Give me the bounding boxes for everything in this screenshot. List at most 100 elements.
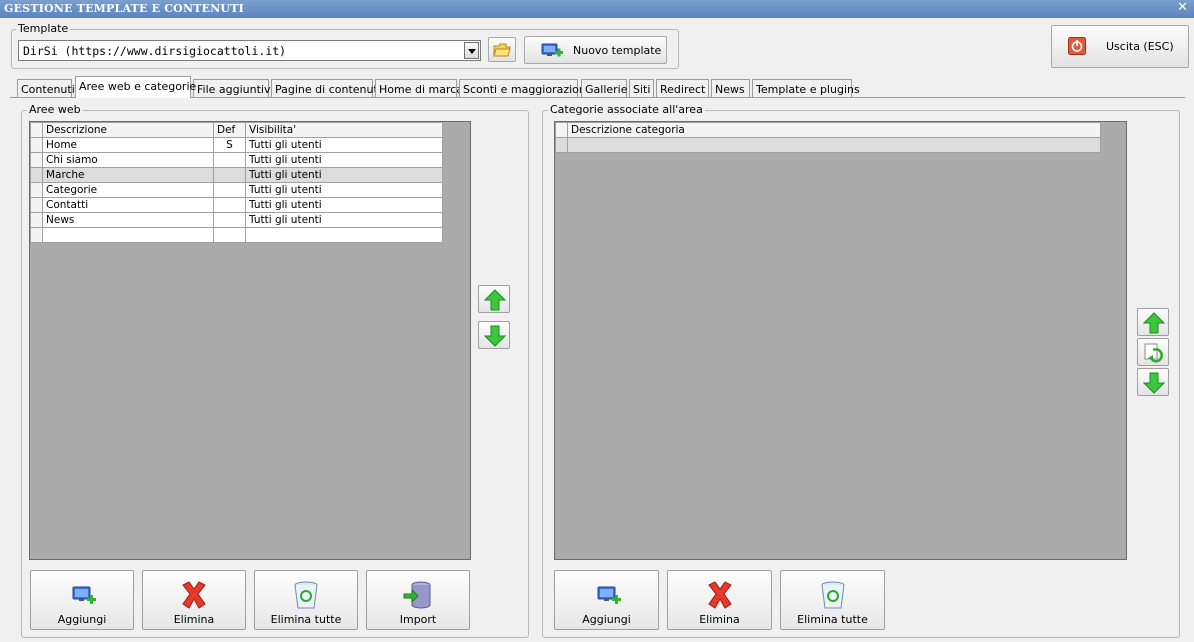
recycle-bin-icon [821, 581, 844, 609]
add-monitor-icon [597, 586, 621, 604]
row-indicator[interactable] [555, 137, 568, 153]
table-row[interactable]: Home S Tutti gli utenti [30, 137, 443, 153]
window-title: GESTIONE TEMPLATE E CONTENUTI [4, 2, 244, 15]
categorie-grid[interactable]: Descrizione categoria [554, 121, 1127, 560]
elimina-tutte-categorie-button[interactable]: Elimina tutte [780, 570, 885, 630]
cell-def[interactable] [213, 167, 246, 183]
tab-redirect[interactable]: Redirect [656, 79, 709, 97]
row-indicator-header [555, 122, 568, 138]
cell-visibilita[interactable]: Tutti gli utenti [245, 167, 443, 183]
tab-contenuti[interactable]: Contenuti [17, 79, 75, 97]
cell-def[interactable] [213, 197, 246, 213]
cell-empty[interactable] [213, 227, 246, 243]
template-select[interactable]: DirSi (https://www.dirsigiocattoli.it) [18, 40, 481, 61]
cell-descrizione[interactable]: Marche [42, 167, 214, 183]
tab-home-di-marca[interactable]: Home di marca [375, 79, 463, 97]
exit-icon [1068, 37, 1086, 55]
tab-gallerie[interactable]: Gallerie [581, 79, 628, 97]
refresh-category-button[interactable] [1137, 338, 1169, 366]
recycle-icon [1144, 343, 1163, 363]
row-indicator[interactable] [30, 227, 43, 243]
column-header-def[interactable]: Def [213, 122, 246, 138]
recycle-bin-icon [294, 581, 318, 609]
cell-def[interactable] [213, 182, 246, 198]
row-indicator[interactable] [30, 197, 43, 213]
cell-visibilita[interactable]: Tutti gli utenti [245, 197, 443, 213]
cell-visibilita[interactable]: Tutti gli utenti [245, 152, 443, 168]
table-row-new[interactable] [30, 227, 443, 243]
open-folder-button[interactable] [488, 37, 516, 62]
cell-empty[interactable] [42, 227, 214, 243]
elimina-label: Elimina [173, 613, 215, 626]
aree-web-grid[interactable]: Descrizione Def Visibilita' Home S Tutti… [29, 121, 471, 560]
cell-empty[interactable] [567, 137, 1101, 153]
elimina-tutte-aree-button[interactable]: Elimina tutte [254, 570, 358, 630]
column-header-visibilita[interactable]: Visibilita' [245, 122, 443, 138]
table-row[interactable]: Chi siamo Tutti gli utenti [30, 152, 443, 168]
row-indicator-header [30, 122, 43, 138]
arrow-down-icon [1143, 372, 1165, 394]
folder-icon [493, 43, 511, 57]
cell-def[interactable] [213, 212, 246, 228]
row-indicator[interactable] [30, 137, 43, 153]
cell-def[interactable] [213, 152, 246, 168]
chevron-down-icon[interactable] [464, 42, 479, 59]
cell-visibilita[interactable]: Tutti gli utenti [245, 137, 443, 153]
tab-news[interactable]: News [711, 79, 750, 97]
categorie-label: Categorie associate all'area [548, 103, 705, 116]
title-bar: GESTIONE TEMPLATE E CONTENUTI ✕ [0, 0, 1194, 18]
elimina-label: Elimina [699, 613, 740, 626]
cell-descrizione[interactable]: Contatti [42, 197, 214, 213]
move-category-up-button[interactable] [1137, 308, 1169, 336]
table-row[interactable]: Categorie Tutti gli utenti [30, 182, 443, 198]
exit-label: Uscita (ESC) [1106, 40, 1174, 53]
cell-empty[interactable] [245, 227, 443, 243]
exit-button[interactable]: Uscita (ESC) [1051, 25, 1189, 68]
delete-icon [182, 581, 206, 609]
table-header-row: Descrizione categoria [555, 122, 1101, 138]
tab-aree-web-e-categorie[interactable]: Aree web e categorie [75, 76, 196, 98]
close-icon[interactable]: ✕ [1177, 0, 1188, 15]
column-header-descrizione[interactable]: Descrizione [42, 122, 214, 138]
import-button[interactable]: Import [366, 570, 470, 630]
cell-descrizione[interactable]: Categorie [42, 182, 214, 198]
add-monitor-icon [541, 43, 563, 57]
categorie-table: Descrizione categoria [555, 122, 1101, 153]
cell-descrizione[interactable]: Home [42, 137, 214, 153]
elimina-area-button[interactable]: Elimina [142, 570, 246, 630]
tab-sconti-e-maggiorazioni[interactable]: Sconti e maggiorazioni [459, 79, 589, 97]
cell-descrizione[interactable]: News [42, 212, 214, 228]
tab-template-e-plugins[interactable]: Template e plugins [752, 79, 860, 97]
table-row[interactable]: News Tutti gli utenti [30, 212, 443, 228]
database-import-icon [403, 581, 431, 609]
cell-visibilita[interactable]: Tutti gli utenti [245, 182, 443, 198]
elimina-tutte-label: Elimina tutte [797, 613, 868, 626]
aggiungi-categoria-button[interactable]: Aggiungi [554, 570, 659, 630]
import-label: Import [399, 613, 437, 626]
cell-visibilita[interactable]: Tutti gli utenti [245, 212, 443, 228]
new-template-button[interactable]: Nuovo template [524, 36, 667, 64]
table-row-selected[interactable]: Marche Tutti gli utenti [30, 167, 443, 183]
move-area-down-button[interactable] [478, 321, 510, 349]
cell-def[interactable]: S [213, 137, 246, 153]
row-indicator[interactable] [30, 182, 43, 198]
tab-file-aggiuntivi[interactable]: File aggiuntivi [193, 79, 274, 97]
row-indicator[interactable] [30, 152, 43, 168]
arrow-up-icon [484, 289, 506, 311]
row-indicator[interactable] [30, 212, 43, 228]
elimina-categoria-button[interactable]: Elimina [667, 570, 772, 630]
aggiungi-label: Aggiungi [57, 613, 107, 626]
row-indicator[interactable] [30, 167, 43, 183]
cell-descrizione[interactable]: Chi siamo [42, 152, 214, 168]
table-row[interactable]: Contatti Tutti gli utenti [30, 197, 443, 213]
add-monitor-icon [72, 586, 96, 604]
aree-web-label: Aree web [27, 103, 83, 116]
tab-siti[interactable]: Siti [629, 79, 654, 97]
move-category-down-button[interactable] [1137, 368, 1169, 396]
aggiungi-area-button[interactable]: Aggiungi [30, 570, 134, 630]
move-area-up-button[interactable] [478, 285, 510, 313]
table-row-new[interactable] [555, 137, 1101, 153]
arrow-up-icon [1143, 312, 1165, 334]
column-header-descrizione-categoria[interactable]: Descrizione categoria [567, 122, 1101, 138]
tab-pagine-di-contenuti[interactable]: Pagine di contenuti [271, 79, 381, 97]
